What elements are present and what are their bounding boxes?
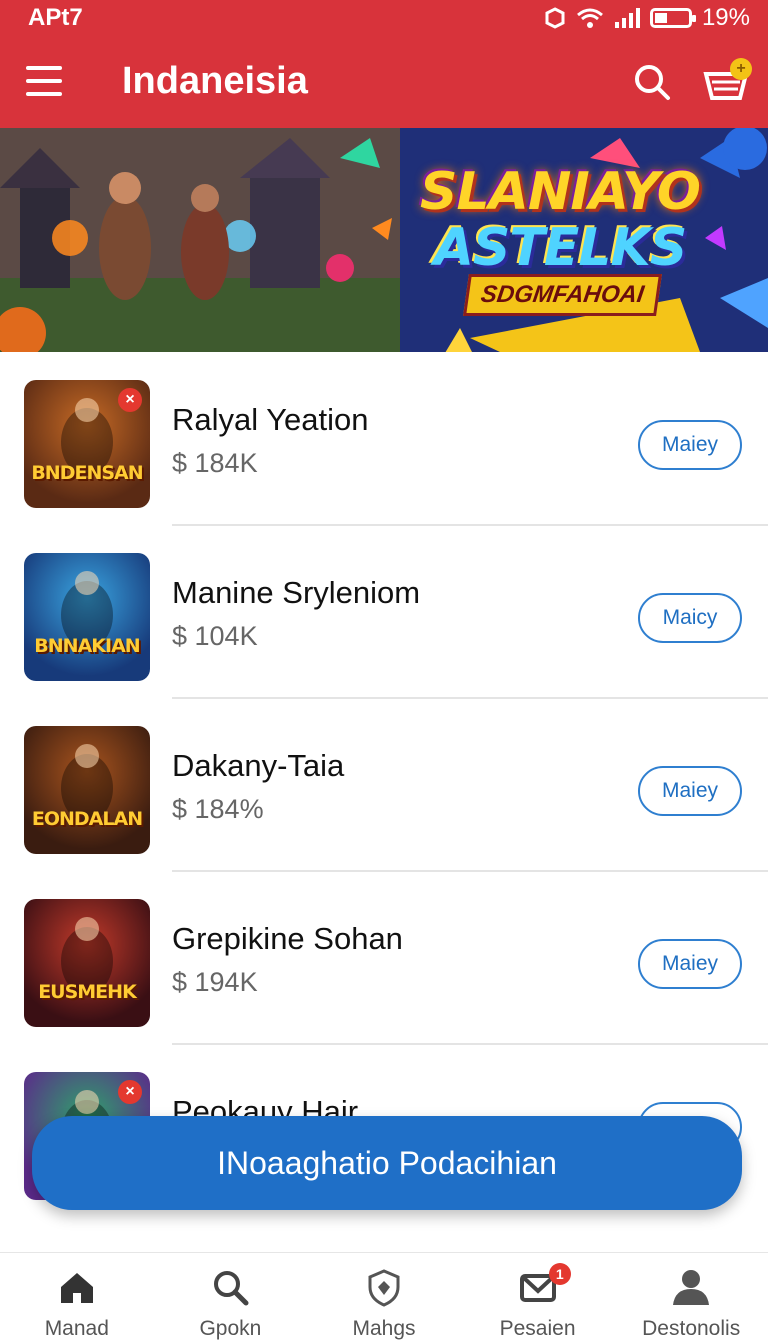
game-thumbnail-label: BNNAKIAN bbox=[34, 635, 140, 657]
list-item[interactable]: EUSMEHK Grepikine Sohan $ 194K Maiey bbox=[0, 871, 768, 1045]
cart-button[interactable]: + bbox=[700, 58, 752, 106]
game-thumbnail-label: EUSMEHK bbox=[38, 981, 137, 1003]
wifi-icon bbox=[576, 8, 603, 28]
page-title: Indaneisia bbox=[122, 60, 308, 102]
game-price: $ 184% bbox=[172, 794, 264, 824]
buy-button[interactable]: Maicy bbox=[638, 593, 742, 643]
buy-button[interactable]: Maiey bbox=[638, 420, 742, 470]
signal-icon bbox=[614, 8, 640, 28]
game-thumbnail[interactable]: BNDENSAN × bbox=[24, 380, 150, 508]
close-icon: × bbox=[118, 388, 142, 412]
banner-title: SLANIAYO ASTELKS bbox=[410, 164, 710, 276]
promo-banner[interactable]: SLANIAYO ASTELKS SDGMFAHOAI bbox=[0, 128, 768, 352]
shield-icon bbox=[368, 1269, 400, 1307]
list-item[interactable]: EONDALAN Dakany-Taia $ 184% Maiey bbox=[0, 698, 768, 872]
nav-item-shield[interactable]: Mahgs bbox=[307, 1253, 461, 1344]
nav-label: Manad bbox=[44, 1317, 109, 1340]
game-name: Manine Sryleniom bbox=[172, 575, 421, 610]
game-character-art bbox=[61, 571, 113, 649]
buy-button[interactable]: Maiey bbox=[638, 939, 742, 989]
banner-title-line2: ASTELKS bbox=[433, 218, 688, 278]
nav-label: Gpokn bbox=[199, 1317, 262, 1340]
status-time: APt7 bbox=[28, 4, 83, 31]
list-item[interactable]: BNNAKIAN Manine Sryleniom $ 104K Maicy bbox=[0, 525, 768, 699]
game-price: $ 104K bbox=[172, 621, 258, 651]
status-bar: APt7 19% bbox=[0, 0, 768, 36]
game-name: Dakany-Taia bbox=[172, 748, 345, 783]
home-icon bbox=[60, 1273, 93, 1303]
game-thumbnail[interactable]: EONDALAN bbox=[24, 726, 150, 854]
menu-icon[interactable] bbox=[26, 66, 62, 100]
nav-item-messages[interactable]: 1 Pesaien bbox=[461, 1253, 615, 1344]
nav-label: Mahgs bbox=[352, 1317, 416, 1340]
bottom-nav: Manad Gpokn Mahgs 1 Pesaien Destonolis bbox=[0, 1252, 768, 1344]
game-character-art bbox=[61, 917, 113, 995]
game-name: Ralyal Yeation bbox=[172, 402, 369, 437]
game-price: $ 194K bbox=[172, 967, 258, 997]
list-item[interactable]: BNDENSAN × Ralyal Yeation $ 184K Maiey bbox=[0, 352, 768, 526]
nav-label: Destonolis bbox=[642, 1317, 741, 1340]
buy-button[interactable]: Maiey bbox=[638, 766, 742, 816]
app-header: APt7 19% Indaneisia + bbox=[0, 0, 768, 128]
game-name: Grepikine Sohan bbox=[172, 921, 403, 956]
battery-percent: 19% bbox=[701, 4, 750, 31]
cart-badge: + bbox=[730, 58, 752, 80]
nav-item-search[interactable]: Gpokn bbox=[154, 1253, 308, 1344]
battery-icon bbox=[649, 8, 696, 28]
nav-item-profile[interactable]: Destonolis bbox=[614, 1253, 768, 1344]
profile-icon bbox=[673, 1270, 710, 1305]
banner-title-line1: SLANIAYO bbox=[420, 162, 701, 222]
game-thumbnail-label: EONDALAN bbox=[31, 808, 143, 830]
game-thumbnail[interactable]: BNNAKIAN bbox=[24, 553, 150, 681]
game-character-art bbox=[61, 744, 113, 822]
nav-item-home[interactable]: Manad bbox=[0, 1253, 154, 1344]
app-bar: Indaneisia + bbox=[0, 40, 768, 128]
notification-icon bbox=[545, 7, 565, 29]
game-thumbnail-label: BNDENSAN bbox=[31, 462, 143, 484]
messages-badge: 1 bbox=[548, 1263, 571, 1285]
close-icon: × bbox=[118, 1080, 142, 1104]
banner-tagline: SDGMFAHOAI bbox=[463, 274, 662, 316]
search-icon bbox=[214, 1271, 249, 1306]
cta-button[interactable]: INoaaghatio Podacihian bbox=[32, 1116, 742, 1210]
game-thumbnail[interactable]: EUSMEHK bbox=[24, 899, 150, 1027]
nav-label: Pesaien bbox=[499, 1317, 576, 1340]
status-icons: 19% bbox=[544, 4, 750, 32]
game-price: $ 184K bbox=[172, 448, 258, 478]
search-icon[interactable] bbox=[632, 62, 672, 102]
